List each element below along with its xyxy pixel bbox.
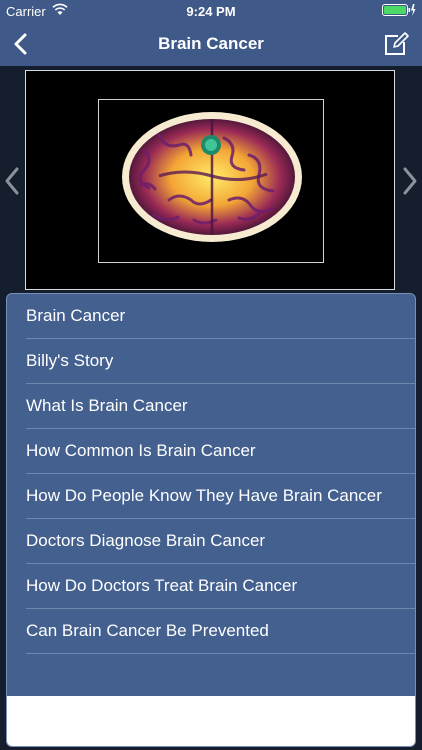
compose-icon[interactable]	[382, 30, 410, 58]
topic-item-brain-cancer[interactable]: Brain Cancer	[26, 294, 415, 339]
image-viewer[interactable]	[25, 70, 395, 290]
battery-icon	[382, 4, 416, 16]
topic-item-how-common[interactable]: How Common Is Brain Cancer	[26, 429, 415, 474]
brain-scan-image	[98, 99, 324, 263]
nav-bar: Brain Cancer	[0, 22, 422, 66]
clock: 9:24 PM	[186, 4, 236, 19]
status-bar: Carrier 9:24 PM	[0, 0, 422, 22]
previous-image-icon[interactable]	[2, 166, 22, 196]
topic-item-doctors-diagnose[interactable]: Doctors Diagnose Brain Cancer	[26, 519, 415, 564]
list-footer	[7, 696, 415, 746]
topic-item-how-doctors-treat[interactable]: How Do Doctors Treat Brain Cancer	[26, 564, 415, 609]
page-title: Brain Cancer	[158, 34, 264, 53]
topic-item-billys-story[interactable]: Billy's Story	[26, 339, 415, 384]
topic-item-can-it-be-prevented[interactable]: Can Brain Cancer Be Prevented	[26, 609, 415, 654]
next-image-icon[interactable]	[400, 166, 420, 196]
topic-list: Brain Cancer Billy's Story What Is Brain…	[6, 293, 416, 747]
topic-item-how-do-people-know[interactable]: How Do People Know They Have Brain Cance…	[26, 474, 415, 519]
topic-item-what-is-brain-cancer[interactable]: What Is Brain Cancer	[26, 384, 415, 429]
